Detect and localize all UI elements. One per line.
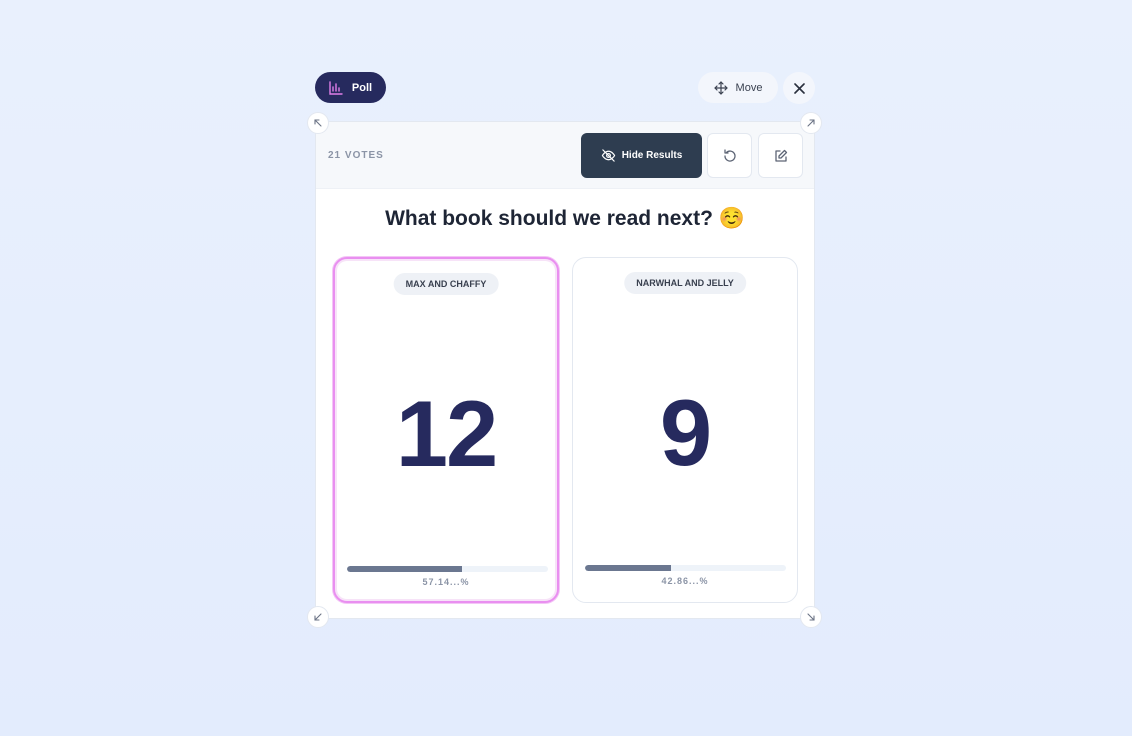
- edit-icon: [774, 149, 787, 162]
- option-vote-count: 9: [659, 380, 712, 485]
- poll-button[interactable]: Poll: [315, 72, 386, 103]
- reset-button[interactable]: [707, 133, 752, 178]
- resize-handle-top-right[interactable]: [800, 112, 822, 134]
- hide-results-button[interactable]: Hide Results: [581, 133, 702, 178]
- move-arrows-icon: [713, 80, 728, 95]
- votes-count: 21 VOTES: [328, 150, 384, 161]
- option-label: MAX AND CHAFFY: [393, 273, 499, 295]
- option-percent: 42.86...%: [661, 576, 709, 586]
- option-label: NARWHAL AND JELLY: [624, 272, 746, 294]
- resize-handle-top-left[interactable]: [307, 112, 329, 134]
- option-progress-bar: [347, 566, 548, 572]
- option-percent: 57.14...%: [422, 577, 470, 587]
- poll-question: What book should we read next? ☺️: [385, 207, 745, 230]
- move-button[interactable]: Move: [698, 72, 778, 103]
- option-progress-bar: [585, 565, 786, 571]
- resize-arrow-icon: [807, 613, 815, 621]
- reset-icon: [723, 148, 736, 162]
- close-button[interactable]: [783, 72, 815, 104]
- resize-handle-bottom-left[interactable]: [307, 606, 329, 628]
- poll-option-max-and-chaffy[interactable]: MAX AND CHAFFY 12 57.14...%: [333, 257, 559, 603]
- resize-arrow-icon: [314, 613, 322, 621]
- move-label: Move: [735, 81, 763, 94]
- option-vote-count: 12: [395, 381, 499, 486]
- poll-option-narwhal-and-jelly[interactable]: NARWHAL AND JELLY 9 42.86...%: [572, 257, 798, 603]
- resize-arrow-icon: [807, 119, 815, 127]
- bar-chart-icon: [329, 80, 343, 95]
- close-icon: [793, 82, 805, 94]
- resize-arrow-icon: [314, 119, 322, 127]
- poll-label: Poll: [351, 81, 373, 94]
- hide-results-label: Hide Results: [621, 150, 683, 161]
- option-progress-fill: [347, 566, 462, 572]
- eye-off-icon: [601, 149, 615, 162]
- poll-header: 21 VOTES Hide Results: [316, 122, 814, 189]
- option-progress-fill: [585, 565, 672, 571]
- poll-card: 21 VOTES Hide Results What book should w…: [315, 121, 815, 619]
- widget-toolbar: Poll Move: [315, 72, 815, 104]
- resize-handle-bottom-right[interactable]: [800, 606, 822, 628]
- edit-button[interactable]: [758, 133, 803, 178]
